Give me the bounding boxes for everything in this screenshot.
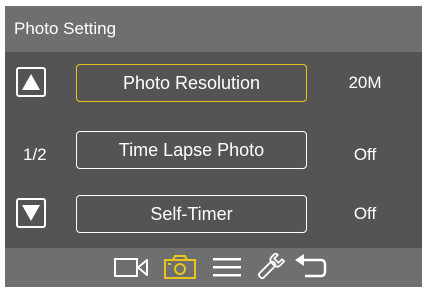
video-camera-icon[interactable] (113, 253, 151, 281)
scroll-down-button[interactable] (16, 198, 46, 228)
menu-item-photo-resolution[interactable]: Photo Resolution (76, 64, 307, 102)
self-timer-value: Off (353, 204, 377, 223)
photo-resolution-value: 20M (348, 73, 382, 92)
page-indicator: 1/2 (23, 145, 47, 164)
time-lapse-photo-value: Off (353, 145, 377, 164)
header-bar: Photo Setting (5, 6, 422, 52)
wrench-icon[interactable] (255, 253, 285, 281)
arrow-down-icon (22, 205, 40, 221)
photo-camera-icon[interactable] (163, 253, 199, 281)
page-title: Photo Setting (14, 19, 117, 38)
menu-item-time-lapse-photo[interactable]: Time Lapse Photo (76, 131, 307, 169)
menu-icon[interactable] (211, 253, 243, 281)
bottom-toolbar (5, 248, 422, 287)
menu-item-label: Time Lapse Photo (118, 139, 265, 160)
back-icon[interactable] (293, 253, 329, 281)
arrow-up-icon (22, 74, 40, 90)
menu-item-label: Self-Timer (150, 203, 233, 224)
photo-setting-screen: Photo Setting 1/2 Photo Resolution 20M T… (5, 6, 422, 287)
menu-item-label: Photo Resolution (122, 72, 261, 93)
scroll-up-button[interactable] (16, 67, 46, 97)
menu-item-self-timer[interactable]: Self-Timer (76, 195, 307, 233)
